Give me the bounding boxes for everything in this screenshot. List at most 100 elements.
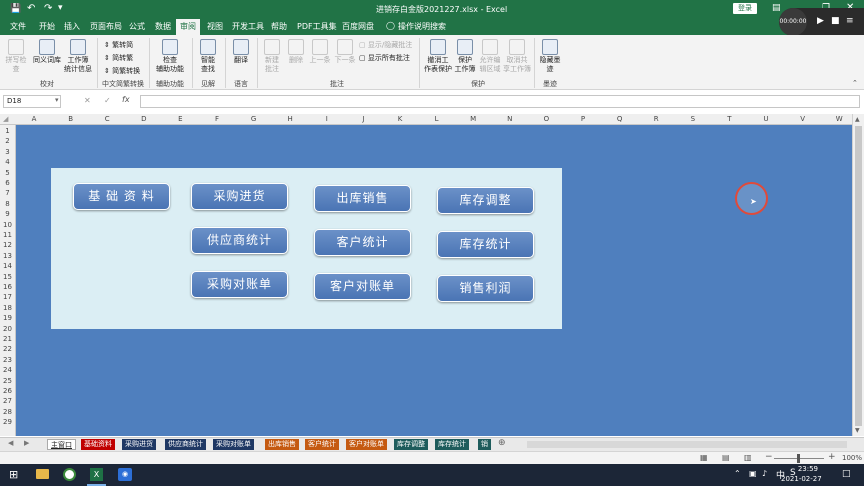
redo-icon[interactable]: ↷ [44, 3, 52, 14]
sheet-tab[interactable]: 销 [478, 439, 491, 450]
smart-lookup-button[interactable]: 智能 查找 [196, 39, 220, 74]
row-header[interactable]: 23 [0, 355, 15, 365]
tell-me-search[interactable]: 操作说明搜索 [398, 21, 446, 32]
zoom-level[interactable]: 100% [842, 454, 862, 462]
tray-chevron-icon[interactable]: ⌃ [734, 469, 741, 478]
row-header[interactable]: 28 [0, 407, 15, 417]
tab-pdf-tools[interactable]: PDF工具集 [297, 21, 337, 32]
tab-review[interactable]: 审阅 [176, 19, 200, 35]
page-layout-view-icon[interactable]: ▤ [722, 453, 730, 462]
row-header[interactable]: 24 [0, 365, 15, 375]
btn-customer-statement[interactable]: 客户对账单 [314, 273, 411, 300]
ribbon-display-icon[interactable]: ▤ [772, 3, 781, 13]
enter-icon[interactable]: ✓ [104, 96, 111, 105]
unshare-workbook-button[interactable]: 取消共 享工作簿 [503, 39, 531, 74]
column-header[interactable]: C [97, 115, 117, 123]
column-header[interactable]: O [536, 115, 556, 123]
tab-developer[interactable]: 开发工具 [232, 21, 264, 32]
row-header[interactable]: 20 [0, 324, 15, 334]
clock-time[interactable]: 23:59 [770, 465, 818, 473]
stop-icon[interactable]: ■ [831, 16, 840, 26]
row-header[interactable]: 7 [0, 188, 15, 198]
cancel-icon[interactable]: ✕ [84, 96, 91, 105]
translate-button[interactable]: 翻译 [229, 39, 253, 65]
column-header[interactable]: D [134, 115, 154, 123]
undo-icon[interactable]: ↶ [27, 3, 35, 14]
column-header[interactable]: F [207, 115, 227, 123]
column-header[interactable]: B [61, 115, 81, 123]
sheet-tab[interactable]: 出库销售 [265, 439, 299, 450]
btn-sales-profit[interactable]: 销售利润 [437, 275, 534, 302]
prev-sheet-icon[interactable]: ◀ [8, 439, 13, 447]
tab-file[interactable]: 文件 [10, 21, 26, 32]
sheet-tab[interactable]: 基础资料 [81, 439, 115, 450]
select-all-icon[interactable]: ◢ [3, 115, 8, 123]
new-comment-button[interactable]: 新建 批注 [260, 39, 284, 74]
workbook-stats-button[interactable]: 工作簿 统计信息 [63, 39, 93, 74]
scroll-thumb[interactable] [855, 126, 862, 426]
name-box[interactable]: D18 [3, 95, 61, 108]
normal-view-icon[interactable]: ▦ [700, 453, 708, 462]
row-header[interactable]: 10 [0, 220, 15, 230]
hide-ink-button[interactable]: 隐藏墨 迹 [537, 39, 563, 74]
row-header[interactable]: 1 [0, 126, 15, 136]
scroll-up-icon[interactable]: ▲ [855, 116, 860, 123]
scroll-down-icon[interactable]: ▼ [855, 427, 860, 434]
to-traditional-button[interactable]: ⇕ 简转繁 [104, 53, 133, 63]
row-header[interactable]: 2 [0, 136, 15, 146]
sheet-tab[interactable]: 采购进货 [122, 439, 156, 450]
column-header[interactable]: P [573, 115, 593, 123]
tab-help[interactable]: 帮助 [271, 21, 287, 32]
row-header[interactable]: 19 [0, 313, 15, 323]
name-box-dropdown-icon[interactable]: ▾ [55, 96, 59, 104]
tab-baidu[interactable]: 百度网盘 [342, 21, 374, 32]
row-header[interactable]: 12 [0, 240, 15, 250]
sheet-tab[interactable]: 供应商统计 [165, 439, 206, 450]
zoom-out-icon[interactable]: − [765, 452, 773, 462]
horizontal-scrollbar[interactable] [527, 441, 847, 448]
delete-comment-button[interactable]: 删除 [285, 39, 307, 65]
column-header[interactable]: G [244, 115, 264, 123]
row-header[interactable]: 22 [0, 344, 15, 354]
sheet-tab[interactable]: 库存统计 [435, 439, 469, 450]
excel-icon[interactable]: X [90, 468, 103, 481]
to-simplified-button[interactable]: ⇕ 繁转简 [104, 40, 133, 50]
row-header[interactable]: 8 [0, 199, 15, 209]
zoom-in-icon[interactable]: + [828, 452, 836, 462]
column-header[interactable]: V [793, 115, 813, 123]
btn-supplier-stats[interactable]: 供应商统计 [191, 227, 288, 254]
row-header[interactable]: 21 [0, 334, 15, 344]
btn-stock-stats[interactable]: 库存统计 [437, 231, 534, 258]
column-header[interactable]: W [829, 115, 849, 123]
settings-icon[interactable]: ≡ [846, 16, 854, 26]
row-header[interactable]: 15 [0, 272, 15, 282]
check-accessibility-button[interactable]: 检查 辅助功能 [152, 39, 188, 74]
windows-start-icon[interactable]: ⊞ [9, 468, 18, 481]
sheet-tab[interactable]: 客户对账单 [346, 439, 387, 450]
column-header[interactable]: U [756, 115, 776, 123]
sheet-tab[interactable]: 采购对账单 [213, 439, 254, 450]
prev-comment-button[interactable]: 上一条 [308, 39, 332, 65]
notification-icon[interactable]: □ [842, 469, 851, 479]
btn-sales-out[interactable]: 出库销售 [314, 185, 411, 212]
clock-date[interactable]: 2021-02-27 [781, 475, 822, 483]
spell-check-button[interactable]: 拼写检查 [4, 39, 28, 74]
network-icon[interactable]: ▣ [749, 469, 757, 478]
row-header[interactable]: 25 [0, 376, 15, 386]
column-header[interactable]: T [719, 115, 739, 123]
browser-icon[interactable] [63, 468, 76, 481]
column-header[interactable]: I [317, 115, 337, 123]
show-hide-comment-button[interactable]: ▢ 显示/隐藏批注 [359, 40, 412, 50]
column-header[interactable]: J [353, 115, 373, 123]
row-header[interactable]: 27 [0, 396, 15, 406]
column-header[interactable]: K [390, 115, 410, 123]
save-icon[interactable]: 💾 [10, 4, 21, 14]
column-header[interactable]: E [170, 115, 190, 123]
show-all-comments-button[interactable]: ▢ 显示所有批注 [359, 53, 410, 63]
protect-workbook-button[interactable]: 保护 工作簿 [453, 39, 477, 74]
sheet-tab[interactable]: 主窗口 [47, 439, 76, 450]
btn-purchase[interactable]: 采购进货 [191, 183, 288, 210]
row-header[interactable]: 13 [0, 251, 15, 261]
tab-data[interactable]: 数据 [155, 21, 171, 32]
customize-icon[interactable]: ▾ [58, 3, 63, 13]
